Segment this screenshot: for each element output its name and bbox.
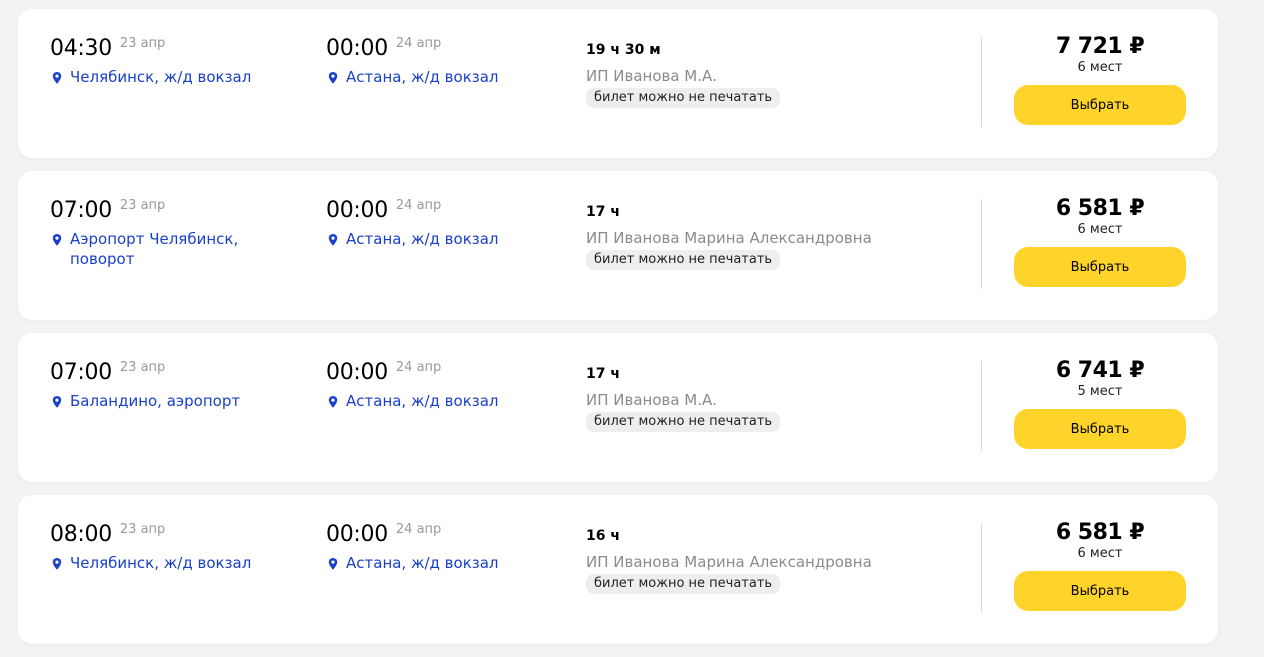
departure-time: 08:00 bbox=[50, 522, 112, 547]
location-pin-icon bbox=[328, 72, 338, 84]
trip-card[interactable]: 08:00 23 апр Челябинск, ж/д вокзал 00:00… bbox=[18, 495, 1218, 644]
departure-time: 07:00 bbox=[50, 360, 112, 385]
select-button[interactable]: Выбрать bbox=[1014, 409, 1186, 449]
divider bbox=[981, 361, 982, 451]
location-pin-icon bbox=[328, 396, 338, 408]
departure-place-label: Баландино, аэропорт bbox=[70, 392, 241, 410]
divider bbox=[981, 37, 982, 127]
price: 6 741 ₽ bbox=[1055, 358, 1145, 383]
departure-date: 23 апр bbox=[119, 360, 166, 375]
arrival-date: 24 апр bbox=[395, 36, 442, 51]
arrival-block: 00:00 24 апр Астана, ж/д вокзал bbox=[326, 360, 586, 411]
price-block: 6 581 ₽ 6 мест Выбрать bbox=[1014, 196, 1186, 287]
arrival-place[interactable]: Астана, ж/д вокзал bbox=[326, 67, 586, 87]
departure-block: 07:00 23 апр Аэропорт Челябинск, поворот bbox=[50, 198, 310, 269]
no-print-badge: билет можно не печатать bbox=[586, 574, 781, 594]
location-pin-icon bbox=[52, 72, 62, 84]
seats-count: 6 мест bbox=[1077, 546, 1123, 561]
arrival-place-label: Астана, ж/д вокзал bbox=[346, 68, 499, 86]
arrival-time: 00:00 bbox=[326, 522, 388, 547]
departure-place[interactable]: Аэропорт Челябинск, поворот bbox=[50, 229, 310, 269]
divider bbox=[981, 523, 982, 613]
trip-card[interactable]: 07:00 23 апр Аэропорт Челябинск, поворот… bbox=[18, 171, 1218, 320]
select-button[interactable]: Выбрать bbox=[1014, 247, 1186, 287]
arrival-block: 00:00 24 апр Астана, ж/д вокзал bbox=[326, 36, 586, 87]
departure-place-label: Челябинск, ж/д вокзал bbox=[70, 68, 252, 86]
trip-duration: 16 ч bbox=[586, 528, 620, 544]
carrier-name: ИП Иванова Марина Александровна bbox=[586, 553, 872, 571]
carrier-name: ИП Иванова М.А. bbox=[586, 391, 718, 409]
departure-place[interactable]: Челябинск, ж/д вокзал bbox=[50, 67, 310, 87]
departure-place[interactable]: Челябинск, ж/д вокзал bbox=[50, 553, 310, 573]
trip-duration: 17 ч bbox=[586, 204, 620, 220]
price-block: 6 741 ₽ 5 мест Выбрать bbox=[1014, 358, 1186, 449]
select-button[interactable]: Выбрать bbox=[1014, 571, 1186, 611]
arrival-date: 24 апр bbox=[395, 522, 442, 537]
trip-info: 19 ч 30 м ИП Иванова М.А. билет можно не… bbox=[586, 36, 966, 108]
price-block: 7 721 ₽ 6 мест Выбрать bbox=[1014, 34, 1186, 125]
no-print-badge: билет можно не печатать bbox=[586, 412, 781, 432]
departure-block: 07:00 23 апр Баландино, аэропорт bbox=[50, 360, 310, 411]
arrival-place[interactable]: Астана, ж/д вокзал bbox=[326, 229, 586, 249]
arrival-time: 00:00 bbox=[326, 198, 388, 223]
seats-count: 6 мест bbox=[1077, 60, 1123, 75]
departure-block: 08:00 23 апр Челябинск, ж/д вокзал bbox=[50, 522, 310, 573]
location-pin-icon bbox=[52, 396, 62, 408]
arrival-place[interactable]: Астана, ж/д вокзал bbox=[326, 553, 586, 573]
arrival-place-label: Астана, ж/д вокзал bbox=[346, 554, 499, 572]
no-print-badge: билет можно не печатать bbox=[586, 250, 781, 270]
carrier-name: ИП Иванова М.А. bbox=[586, 67, 718, 85]
trip-list: 04:30 23 апр Челябинск, ж/д вокзал 00:00… bbox=[18, 9, 1218, 657]
arrival-block: 00:00 24 апр Астана, ж/д вокзал bbox=[326, 522, 586, 573]
trip-duration: 19 ч 30 м bbox=[586, 42, 661, 58]
arrival-block: 00:00 24 апр Астана, ж/д вокзал bbox=[326, 198, 586, 249]
arrival-time: 00:00 bbox=[326, 360, 388, 385]
trip-info: 17 ч ИП Иванова Марина Александровна бил… bbox=[586, 198, 966, 270]
departure-date: 23 апр bbox=[119, 198, 166, 213]
trip-duration: 17 ч bbox=[586, 366, 620, 382]
seats-count: 6 мест bbox=[1077, 222, 1123, 237]
arrival-date: 24 апр bbox=[395, 360, 442, 375]
arrival-place-label: Астана, ж/д вокзал bbox=[346, 230, 499, 248]
arrival-date: 24 апр bbox=[395, 198, 442, 213]
trip-info: 17 ч ИП Иванова М.А. билет можно не печа… bbox=[586, 360, 966, 432]
seats-count: 5 мест bbox=[1077, 384, 1123, 399]
arrival-place-label: Астана, ж/д вокзал bbox=[346, 392, 499, 410]
trip-card[interactable]: 07:00 23 апр Баландино, аэропорт 00:00 2… bbox=[18, 333, 1218, 482]
price: 7 721 ₽ bbox=[1055, 34, 1145, 59]
price: 6 581 ₽ bbox=[1055, 520, 1145, 545]
trip-card[interactable]: 04:30 23 апр Челябинск, ж/д вокзал 00:00… bbox=[18, 9, 1218, 158]
divider bbox=[981, 199, 982, 289]
departure-date: 23 апр bbox=[119, 522, 166, 537]
location-pin-icon bbox=[52, 558, 62, 570]
departure-date: 23 апр bbox=[119, 36, 166, 51]
no-print-badge: билет можно не печатать bbox=[586, 88, 781, 108]
location-pin-icon bbox=[328, 558, 338, 570]
location-pin-icon bbox=[328, 234, 338, 246]
price-block: 6 581 ₽ 6 мест Выбрать bbox=[1014, 520, 1186, 611]
trip-info: 16 ч ИП Иванова Марина Александровна бил… bbox=[586, 522, 966, 594]
departure-place-label: Челябинск, ж/д вокзал bbox=[70, 554, 252, 572]
carrier-name: ИП Иванова Марина Александровна bbox=[586, 229, 872, 247]
departure-time: 07:00 bbox=[50, 198, 112, 223]
select-button[interactable]: Выбрать bbox=[1014, 85, 1186, 125]
departure-place-label: Аэропорт Челябинск, поворот bbox=[70, 230, 239, 268]
arrival-time: 00:00 bbox=[326, 36, 388, 61]
location-pin-icon bbox=[52, 234, 62, 246]
arrival-place[interactable]: Астана, ж/д вокзал bbox=[326, 391, 586, 411]
departure-block: 04:30 23 апр Челябинск, ж/д вокзал bbox=[50, 36, 310, 87]
price: 6 581 ₽ bbox=[1055, 196, 1145, 221]
departure-time: 04:30 bbox=[50, 36, 112, 61]
departure-place[interactable]: Баландино, аэропорт bbox=[50, 391, 310, 411]
